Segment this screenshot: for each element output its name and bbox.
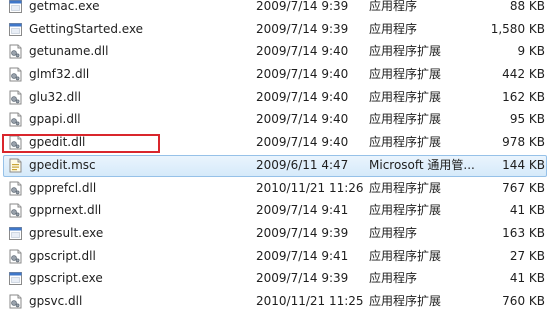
file-size: 41 KB xyxy=(509,271,545,286)
file-type: 应用程序 xyxy=(369,271,418,286)
file-size: 144 KB xyxy=(502,157,545,172)
file-row[interactable]: glmf32.dll 2009/7/14 9:40 应用程序扩展 442 KB xyxy=(0,63,550,86)
file-date-modified: 2009/7/14 9:39 xyxy=(256,0,349,13)
file-row[interactable]: gpprefcl.dll 2010/11/21 11:26 应用程序扩展 767 KB xyxy=(0,177,550,200)
dll-icon xyxy=(9,112,22,127)
file-row[interactable]: GettingStarted.exe 2009/7/14 9:39 应用程序 1,58… xyxy=(0,18,550,41)
file-size: 9 KB xyxy=(517,44,545,59)
file-size: 1,580 KB xyxy=(490,21,545,36)
file-row[interactable]: gpapi.dll 2009/7/14 9:40 应用程序扩展 95 KB xyxy=(0,108,550,131)
file-date-modified: 2010/11/21 11:26 xyxy=(256,180,364,195)
file-type: 应用程序 xyxy=(369,21,418,36)
dll-icon xyxy=(9,44,22,59)
file-date-modified: 2009/7/14 9:40 xyxy=(256,89,349,104)
file-row[interactable]: getmac.exe 2009/7/14 9:39 应用程序 88 KB xyxy=(0,0,550,18)
file-type: 应用程序 xyxy=(369,0,418,13)
dll-icon xyxy=(9,249,22,264)
file-name: gpedit.msc xyxy=(29,157,96,172)
file-row[interactable]: glu32.dll 2009/7/14 9:40 应用程序扩展 162 KB xyxy=(0,86,550,109)
file-name: gpprefcl.dll xyxy=(29,180,97,195)
file-date-modified: 2009/7/14 9:40 xyxy=(256,67,349,82)
file-type: 应用程序扩展 xyxy=(369,203,442,218)
file-name: gpprnext.dll xyxy=(29,203,102,218)
file-date-modified: 2009/7/14 9:40 xyxy=(256,112,349,127)
file-date-modified: 2009/7/14 9:41 xyxy=(256,248,349,263)
file-size: 27 KB xyxy=(509,248,545,263)
file-row[interactable]: gpprnext.dll 2009/7/14 9:41 应用程序扩展 41 KB xyxy=(0,199,550,222)
exe-icon xyxy=(9,226,22,241)
file-name: glmf32.dll xyxy=(29,67,90,82)
file-row[interactable]: getuname.dll 2009/7/14 9:40 应用程序扩展 9 KB xyxy=(0,40,550,63)
exe-icon xyxy=(9,0,22,14)
dll-icon xyxy=(9,67,22,82)
msc-icon xyxy=(9,158,22,173)
file-date-modified: 2009/7/14 9:40 xyxy=(256,44,349,59)
file-date-modified: 2009/7/14 9:39 xyxy=(256,21,349,36)
file-type: 应用程序扩展 xyxy=(369,293,442,308)
file-size: 163 KB xyxy=(502,225,545,240)
file-name: gpscript.exe xyxy=(29,271,103,286)
file-size: 88 KB xyxy=(509,0,545,13)
dll-icon xyxy=(9,181,22,196)
file-name: gpscript.dll xyxy=(29,248,96,263)
file-date-modified: 2009/7/14 9:40 xyxy=(256,135,349,150)
file-size: 162 KB xyxy=(502,89,545,104)
file-date-modified: 2009/7/14 9:39 xyxy=(256,225,349,240)
file-type: 应用程序扩展 xyxy=(369,180,442,195)
file-size: 442 KB xyxy=(502,67,545,82)
exe-icon xyxy=(9,22,22,37)
file-name: glu32.dll xyxy=(29,89,81,104)
file-type: 应用程序扩展 xyxy=(369,112,442,127)
file-size: 41 KB xyxy=(509,203,545,218)
dll-icon xyxy=(9,203,22,218)
file-type: 应用程序扩展 xyxy=(369,89,442,104)
file-row[interactable]: gpscript.exe 2009/7/14 9:39 应用程序 41 KB xyxy=(0,267,550,290)
dll-icon xyxy=(9,90,22,105)
file-size: 760 KB xyxy=(502,293,545,308)
highlight-annotation-box xyxy=(2,134,160,153)
file-size: 978 KB xyxy=(502,135,545,150)
file-date-modified: 2009/7/14 9:41 xyxy=(256,203,349,218)
file-name: GettingStarted.exe xyxy=(29,21,144,36)
file-type: 应用程序扩展 xyxy=(369,248,442,263)
file-type: 应用程序扩展 xyxy=(369,135,442,150)
file-size: 95 KB xyxy=(509,112,545,127)
file-name: gpresult.exe xyxy=(29,225,104,240)
file-row[interactable]: gpscript.dll 2009/7/14 9:41 应用程序扩展 27 KB xyxy=(0,245,550,268)
file-date-modified: 2009/6/11 4:47 xyxy=(256,157,349,172)
file-type: 应用程序扩展 xyxy=(369,44,442,59)
file-list: getmac.exe 2009/7/14 9:39 应用程序 88 KB Getting… xyxy=(0,0,550,313)
file-type: Microsoft 通用管... xyxy=(369,157,475,172)
file-row[interactable]: gpresult.exe 2009/7/14 9:39 应用程序 163 KB xyxy=(0,222,550,245)
file-type: 应用程序 xyxy=(369,225,418,240)
file-size: 767 KB xyxy=(502,180,545,195)
dll-icon xyxy=(9,294,22,309)
file-name: gpsvc.dll xyxy=(29,293,83,308)
file-date-modified: 2010/11/21 11:25 xyxy=(256,293,364,308)
file-date-modified: 2009/7/14 9:39 xyxy=(256,271,349,286)
file-row[interactable]: gpsvc.dll 2010/11/21 11:25 应用程序扩展 760 KB xyxy=(0,290,550,313)
file-type: 应用程序扩展 xyxy=(369,67,442,82)
exe-icon xyxy=(9,271,22,286)
file-name: gpapi.dll xyxy=(29,112,81,127)
file-name: getuname.dll xyxy=(29,44,109,59)
file-name: getmac.exe xyxy=(29,0,100,13)
file-row-selected[interactable]: gpedit.msc 2009/6/11 4:47 Microsoft 通用管...… xyxy=(0,154,550,177)
